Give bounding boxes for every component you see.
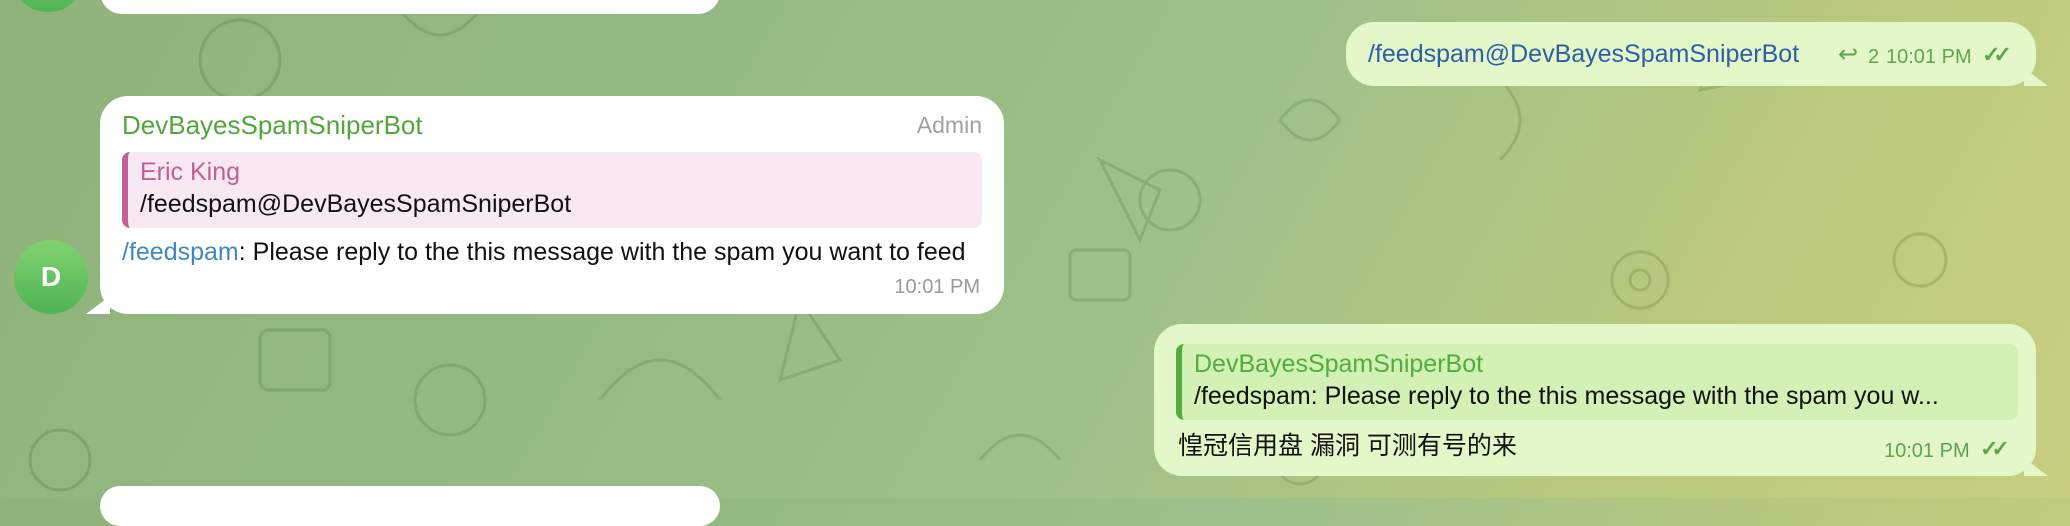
message-time: 10:01 PM: [894, 276, 980, 298]
command-text[interactable]: /feedspam@DevBayesSpamSniperBot: [1368, 40, 1799, 69]
double-check-icon: ✓✓: [1982, 42, 2012, 67]
quote-text: /feedspam: Please reply to the this mess…: [1194, 382, 1939, 410]
previous-message-bubble[interactable]: [100, 0, 720, 14]
bot-avatar[interactable]: D: [14, 240, 88, 314]
message-body: : Please reply to the this message with …: [238, 238, 966, 266]
previous-avatar[interactable]: [10, 0, 86, 12]
reply-quote[interactable]: Eric King /feedspam@DevBayesSpamSniperBo…: [122, 152, 982, 228]
reply-quote[interactable]: DevBayesSpamSniperBot /feedspam: Please …: [1176, 344, 2018, 420]
quote-author: Eric King: [140, 158, 241, 186]
sender-name[interactable]: DevBayesSpamSniperBot: [122, 110, 423, 141]
double-check-icon: ✓✓: [1980, 436, 2010, 461]
avatar-letter: D: [40, 261, 62, 292]
message-text: 惶冠信用盘 漏洞 可测有号的来: [1178, 432, 1517, 460]
bot-message-bubble[interactable]: DevBayesSpamSniperBot Admin Eric King /f…: [100, 96, 1004, 314]
reply-arrow-icon[interactable]: ↩: [1838, 40, 1858, 69]
quote-text: /feedspam@DevBayesSpamSniperBot: [140, 190, 572, 218]
command-link[interactable]: /feedspam: [122, 238, 239, 266]
reply-count[interactable]: 2: [1868, 46, 1879, 69]
outgoing-command-bubble[interactable]: /feedspam@DevBayesSpamSniperBot ↩ 2 10:0…: [1346, 22, 2036, 86]
message-time: 10:01 PM: [1886, 46, 1972, 68]
message-time: 10:01 PM: [1884, 440, 1970, 462]
next-message-bubble[interactable]: [100, 486, 720, 526]
outgoing-spam-bubble[interactable]: DevBayesSpamSniperBot /feedspam: Please …: [1154, 324, 2036, 476]
message-text: /feedspam: Please reply to the this mess…: [122, 236, 982, 268]
quote-author: DevBayesSpamSniperBot: [1194, 350, 1484, 378]
admin-badge: Admin: [916, 112, 982, 138]
